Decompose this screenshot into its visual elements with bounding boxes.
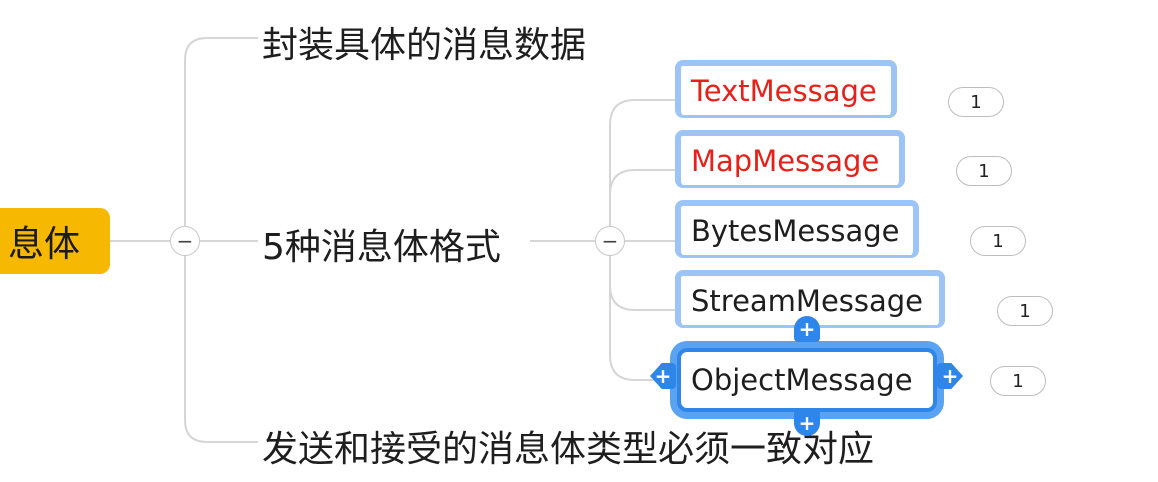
root-node-label: 息体 [8,224,81,265]
node-label: MapMessage [691,143,880,178]
node-label: TextMessage [691,73,877,108]
topic-label: 5种消息体格式 [262,227,501,268]
node-label: ObjectMessage [691,363,913,397]
plus-icon: + [941,364,959,388]
count-value: 1 [978,160,990,182]
count-value: 1 [970,91,982,113]
plus-icon: + [654,364,672,388]
root-node[interactable]: 息体 [0,208,110,274]
count-badge[interactable]: 1 [970,226,1026,256]
collapse-button-formats[interactable]: − [595,226,625,256]
node-map-message[interactable]: MapMessage [675,130,905,188]
plus-icon: + [798,317,816,341]
add-child-handle-bottom[interactable]: + [794,410,820,436]
node-bytes-message[interactable]: BytesMessage [675,200,919,258]
count-value: 1 [992,230,1004,252]
collapse-icon: − [176,229,194,253]
count-value: 1 [1019,300,1031,322]
add-child-handle-top[interactable]: + [794,316,820,342]
collapse-button-root[interactable]: − [170,226,200,256]
count-badge[interactable]: 1 [997,296,1053,326]
topic-label: 发送和接受的消息体类型必须一致对应 [262,429,875,470]
plus-icon: + [798,411,816,435]
node-text-message[interactable]: TextMessage [675,60,897,118]
topic-encapsulate-data[interactable]: 封装具体的消息数据 [262,16,586,68]
topic-type-must-match[interactable]: 发送和接受的消息体类型必须一致对应 [262,420,874,472]
count-value: 1 [1012,370,1024,392]
topic-five-formats[interactable]: 5种消息体格式 [262,218,501,270]
count-badge[interactable]: 1 [948,87,1004,117]
count-badge[interactable]: 1 [956,156,1012,186]
topic-label: 封装具体的消息数据 [262,25,587,66]
node-object-message[interactable]: ObjectMessage [677,348,937,412]
node-label: StreamMessage [691,283,924,318]
node-label: BytesMessage [691,213,900,248]
collapse-icon: − [601,229,619,253]
count-badge[interactable]: 1 [990,366,1046,396]
